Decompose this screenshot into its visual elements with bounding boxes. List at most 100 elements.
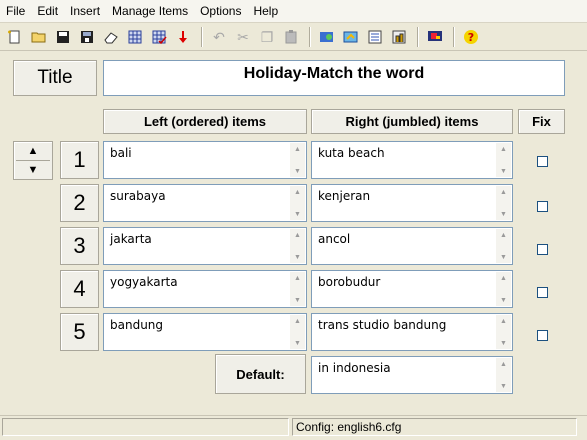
fix-checkbox[interactable] — [537, 330, 548, 341]
menu-file[interactable]: File — [0, 0, 31, 22]
scrollbar[interactable]: ▲ ▼ — [496, 229, 511, 263]
right-item-field[interactable]: kenjeran ▲ ▼ — [311, 184, 513, 222]
menu-help[interactable]: Help — [247, 0, 284, 22]
toolbar: ↶ ✂ ❐ ? — [0, 23, 587, 51]
menu-bar: File Edit Insert Manage Items Options He… — [0, 0, 587, 23]
right-item-text: kenjeran — [318, 189, 371, 203]
scroll-up-icon[interactable]: ▲ — [496, 315, 511, 327]
menu-insert[interactable]: Insert — [64, 0, 106, 22]
scroll-down-icon[interactable]: ▼ — [290, 251, 305, 263]
right-item-text: ancol — [318, 232, 351, 246]
left-item-text: bali — [110, 146, 132, 160]
row-number[interactable]: 5 — [60, 313, 99, 351]
right-item-field[interactable]: borobudur ▲ ▼ — [311, 270, 513, 308]
left-item-text: surabaya — [110, 189, 166, 203]
scroll-down-icon[interactable]: ▼ — [496, 380, 511, 392]
scroll-down-icon[interactable]: ▼ — [496, 251, 511, 263]
fix-header: Fix — [518, 109, 565, 134]
grid-icon[interactable] — [124, 26, 146, 48]
left-item-text: bandung — [110, 318, 164, 332]
config-icon[interactable] — [388, 26, 410, 48]
left-item-field[interactable]: yogyakarta ▲ ▼ — [103, 270, 307, 308]
scrollbar[interactable]: ▲ ▼ — [290, 186, 305, 220]
display-icon[interactable] — [424, 26, 446, 48]
save-icon[interactable] — [52, 26, 74, 48]
row-number[interactable]: 3 — [60, 227, 99, 265]
scroll-down-icon[interactable]: ▼ — [496, 337, 511, 349]
app-icon[interactable] — [364, 26, 386, 48]
undo-icon[interactable]: ↶ — [208, 26, 230, 48]
main-panel: Title Holiday-Match the word Left (order… — [0, 52, 587, 414]
left-item-text: jakarta — [110, 232, 152, 246]
scrollbar[interactable]: ▲ ▼ — [496, 186, 511, 220]
scroll-down-icon[interactable]: ▼ — [290, 208, 305, 220]
save-all-icon[interactable] — [76, 26, 98, 48]
move-down-button[interactable]: ▼ — [14, 161, 52, 179]
title-input[interactable]: Holiday-Match the word — [103, 60, 565, 96]
scrollbar[interactable]: ▲ ▼ — [496, 358, 511, 392]
web-export-icon[interactable] — [316, 26, 338, 48]
scroll-down-icon[interactable]: ▼ — [290, 337, 305, 349]
svg-text:?: ? — [468, 31, 474, 44]
scroll-down-icon[interactable]: ▼ — [290, 294, 305, 306]
toolbar-separator — [309, 26, 311, 47]
scroll-down-icon[interactable]: ▼ — [496, 294, 511, 306]
toolbar-separator — [201, 26, 203, 47]
row-number[interactable]: 1 — [60, 141, 99, 179]
fix-checkbox[interactable] — [537, 156, 548, 167]
scrollbar[interactable]: ▲ ▼ — [290, 315, 305, 349]
right-item-text: trans studio bandung — [318, 318, 447, 332]
scroll-down-icon[interactable]: ▼ — [496, 165, 511, 177]
scroll-up-icon[interactable]: ▲ — [290, 272, 305, 284]
status-cell-empty — [2, 418, 289, 436]
right-item-field[interactable]: ancol ▲ ▼ — [311, 227, 513, 265]
eraser-icon[interactable] — [100, 26, 122, 48]
export-icon[interactable] — [340, 26, 362, 48]
left-item-field[interactable]: surabaya ▲ ▼ — [103, 184, 307, 222]
scroll-down-icon[interactable]: ▼ — [496, 208, 511, 220]
grid-check-icon[interactable] — [148, 26, 170, 48]
menu-options[interactable]: Options — [194, 0, 247, 22]
menu-edit[interactable]: Edit — [31, 0, 64, 22]
scroll-up-icon[interactable]: ▲ — [496, 358, 511, 370]
move-up-button[interactable]: ▲ — [14, 142, 52, 160]
paste-icon[interactable] — [280, 26, 302, 48]
scroll-up-icon[interactable]: ▲ — [290, 143, 305, 155]
scroll-up-icon[interactable]: ▲ — [290, 186, 305, 198]
cut-icon[interactable]: ✂ — [232, 26, 254, 48]
right-item-text: kuta beach — [318, 146, 385, 160]
right-item-field[interactable]: trans studio bandung ▲ ▼ — [311, 313, 513, 351]
scroll-up-icon[interactable]: ▲ — [496, 186, 511, 198]
scrollbar[interactable]: ▲ ▼ — [496, 143, 511, 177]
open-folder-icon[interactable] — [28, 26, 50, 48]
left-item-field[interactable]: jakarta ▲ ▼ — [103, 227, 307, 265]
scroll-up-icon[interactable]: ▲ — [290, 315, 305, 327]
scroll-down-icon[interactable]: ▼ — [290, 165, 305, 177]
fix-checkbox[interactable] — [537, 244, 548, 255]
new-file-icon[interactable] — [4, 26, 26, 48]
row-number[interactable]: 4 — [60, 270, 99, 308]
default-field[interactable]: in indonesia ▲ ▼ — [311, 356, 513, 394]
left-item-field[interactable]: bali ▲ ▼ — [103, 141, 307, 179]
left-item-field[interactable]: bandung ▲ ▼ — [103, 313, 307, 351]
default-text: in indonesia — [318, 361, 391, 375]
scroll-up-icon[interactable]: ▲ — [496, 143, 511, 155]
scrollbar[interactable]: ▲ ▼ — [290, 229, 305, 263]
scroll-up-icon[interactable]: ▲ — [290, 229, 305, 241]
scrollbar[interactable]: ▲ ▼ — [290, 143, 305, 177]
row-number[interactable]: 2 — [60, 184, 99, 222]
red-arrow-down-icon[interactable] — [172, 26, 194, 48]
fix-checkbox[interactable] — [537, 287, 548, 298]
toolbar-separator — [417, 26, 419, 47]
left-item-text: yogyakarta — [110, 275, 178, 289]
scroll-up-icon[interactable]: ▲ — [496, 272, 511, 284]
scroll-up-icon[interactable]: ▲ — [496, 229, 511, 241]
copy-icon[interactable]: ❐ — [256, 26, 278, 48]
fix-checkbox[interactable] — [537, 201, 548, 212]
right-item-field[interactable]: kuta beach ▲ ▼ — [311, 141, 513, 179]
scrollbar[interactable]: ▲ ▼ — [290, 272, 305, 306]
scrollbar[interactable]: ▲ ▼ — [496, 315, 511, 349]
help-icon[interactable]: ? — [460, 26, 482, 48]
menu-manage-items[interactable]: Manage Items — [106, 0, 194, 22]
scrollbar[interactable]: ▲ ▼ — [496, 272, 511, 306]
